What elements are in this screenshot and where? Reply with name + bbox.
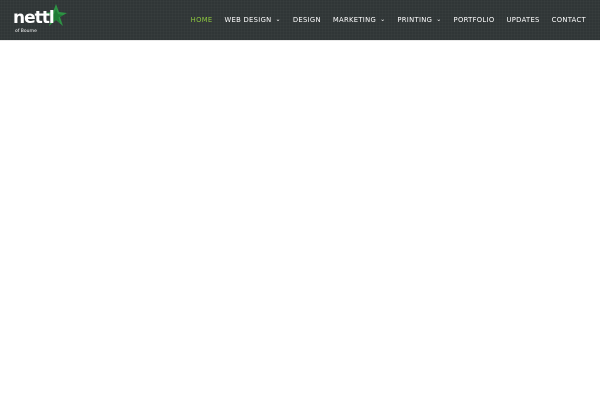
chevron-down-icon: ⌄ [275,16,281,23]
nav-item-marketing[interactable]: MARKETING ⌄ [333,16,386,24]
nav-item-label: CONTACT [551,16,586,24]
nav-item-contact[interactable]: CONTACT [552,16,586,24]
nav-item-design[interactable]: DESIGN [293,16,321,24]
nav-item-label: PORTFOLIO [453,16,495,24]
chevron-down-icon: ⌄ [436,16,442,23]
nav-item-web-design[interactable]: WEB DESIGN ⌄ [224,16,280,24]
nav-item-label: PRINTING [397,16,433,24]
site-logo[interactable]: nettl of Bourne [13,3,73,37]
chevron-down-icon: ⌄ [380,16,386,23]
nav-item-label: WEB DESIGN [224,16,272,24]
logo-subtitle: of Bourne [15,29,37,34]
page-content [0,41,600,400]
nav-item-label: UPDATES [506,16,540,24]
nav-item-label: DESIGN [292,16,321,24]
logo-wordmark: nettl [13,8,55,28]
site-header: nettl of Bourne HOME WEB DESIGN ⌄ DESIGN… [0,0,600,40]
nav-item-portfolio[interactable]: PORTFOLIO [454,16,495,24]
main-nav: HOME WEB DESIGN ⌄ DESIGN MARKETING ⌄ PRI… [191,0,586,40]
nav-item-updates[interactable]: UPDATES [506,16,539,24]
nav-item-home[interactable]: HOME [191,16,213,24]
nav-item-label: HOME [190,16,213,24]
nav-item-label: MARKETING [332,16,377,24]
nav-item-printing[interactable]: PRINTING ⌄ [397,16,441,24]
